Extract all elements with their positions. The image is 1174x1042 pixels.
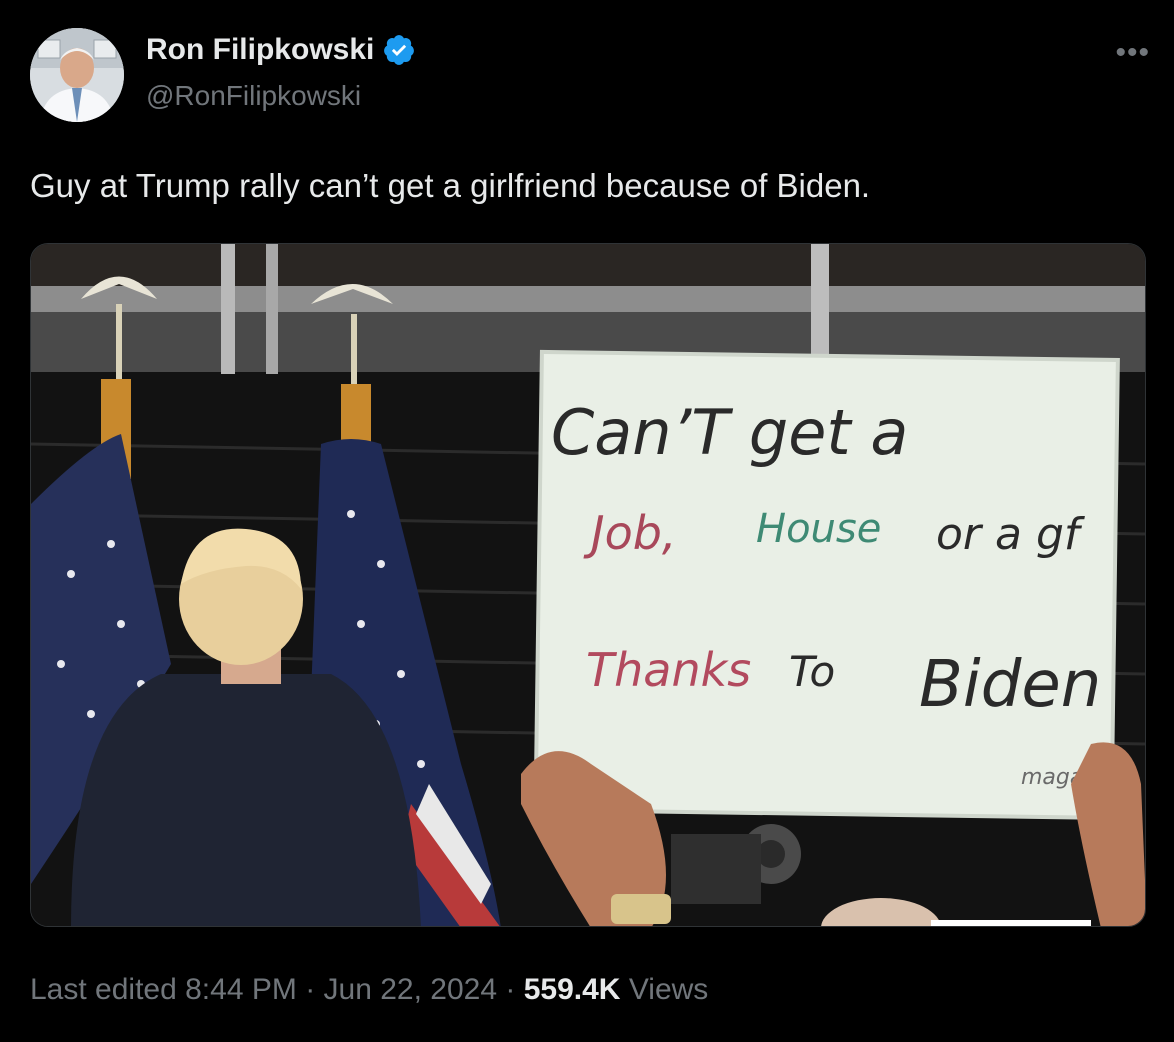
author-handle[interactable]: @RonFilipkowski <box>146 76 416 116</box>
views-label[interactable]: Views <box>629 973 708 1006</box>
tweet-text: Guy at Trump rally can’t get a girlfrien… <box>30 167 871 204</box>
tweet-header: Ron Filipkowski @RonFilipkowski ••• <box>30 28 1150 124</box>
tweet-media-image[interactable]: Can’T get a Job, House or a gf Thanks To… <box>30 243 1146 927</box>
avatar[interactable] <box>30 28 124 122</box>
sign-line-3-thanks: Thanks <box>586 643 751 697</box>
author-block: Ron Filipkowski @RonFilipkowski <box>146 30 416 116</box>
sign-line-2-job: Job, <box>583 506 677 560</box>
more-horizontal-icon[interactable]: ••• <box>1115 36 1150 70</box>
views-count[interactable]: 559.4K <box>524 973 621 1006</box>
tweet-footer: Last edited 8:44 PM · Jun 22, 2024 · 559… <box>30 970 708 1010</box>
edited-label[interactable]: Last edited <box>30 973 177 1006</box>
sign-line-1: Can’T get a <box>551 396 908 469</box>
tweet-date[interactable]: Jun 22, 2024 <box>324 973 497 1006</box>
separator: · <box>305 973 316 1006</box>
separator: · <box>505 973 516 1006</box>
sign-line-3-biden: Biden <box>919 648 1101 722</box>
display-name[interactable]: Ron Filipkowski <box>146 30 374 70</box>
sign-line-3-to: To <box>789 647 835 696</box>
tweet-time[interactable]: 8:44 PM <box>185 973 297 1006</box>
sign-line-2-rest: or a gf <box>936 509 1086 560</box>
sign-line-2-house: House <box>756 506 881 552</box>
verified-badge-icon[interactable] <box>382 33 416 67</box>
